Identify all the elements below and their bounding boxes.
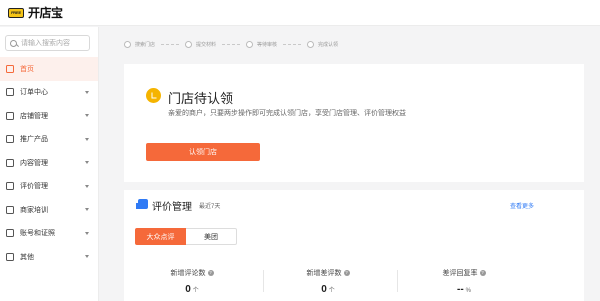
stat-new-reviews: 新增评论数 ? 0个 [124,268,260,295]
training-icon [6,205,14,214]
sidebar-item-other[interactable]: 其他 [0,245,98,269]
view-more-link[interactable]: 查看更多 [510,201,534,210]
sidebar-item-reviews[interactable]: 评价管理 [0,175,98,199]
chevron-down-icon [85,184,89,188]
search-input[interactable]: 请输入搜索内容 [5,35,90,51]
help-icon[interactable]: ? [479,270,486,276]
sidebar-item-label: 订单中心 [20,89,48,97]
stat-value: 0 [321,284,327,295]
review-period: 最近7天 [199,204,221,210]
step-connector [222,44,241,45]
search-placeholder: 请输入搜索内容 [21,40,70,47]
home-icon [6,64,14,73]
step-label: 搜索门店 [135,42,156,48]
step-label: 提交材料 [196,42,217,48]
step-circle-icon [246,41,254,48]
chevron-down-icon [85,114,89,117]
step-circle-icon [185,41,193,48]
step-complete-claim: 完成认领 [307,41,338,48]
claim-store-button[interactable]: 认领门店 [146,143,260,161]
stat-value: -- [456,284,464,295]
stat-value: 0 [185,284,191,295]
stat-negative-reply-rate: 差评回复率 ? --% [396,268,532,295]
tab-dianping[interactable]: 大众点评 [135,228,186,245]
step-label: 完成认领 [318,42,339,48]
sidebar-item-label: 账号和证照 [20,230,55,238]
review-stats: 新增评论数 ? 0个 新增差评数 ? 0个 差评回复率 ? --% [124,268,584,295]
chevron-down-icon [85,161,89,164]
chevron-down-icon [85,90,89,94]
step-label: 等待审核 [257,42,278,48]
sidebar-item-store[interactable]: 店铺管理 [0,104,98,128]
sidebar-item-label: 商家培训 [20,206,48,214]
brand-name: 开店宝 [28,6,63,20]
claim-stepper: 搜索门店 提交材料 等待审核 完成认领 [124,41,338,48]
claim-description: 亲爱的商户，只要两步操作即可完成认领门店，享受门店管理、评价管理权益 [168,110,406,117]
sidebar-item-home[interactable]: 首页 [0,57,98,81]
claim-title: 门店待认领 [168,91,234,106]
other-icon [6,252,14,261]
sidebar-item-account[interactable]: 账号和证照 [0,222,98,246]
account-icon [6,229,14,238]
store-claim-card: 门店待认领 亲爱的商户，只要两步操作即可完成认领门店，享受门店管理、评价管理权益… [124,64,584,182]
chevron-down-icon [85,231,89,235]
step-search-store: 搜索门店 [124,41,155,48]
chevron-down-icon [85,137,89,141]
stat-unit: 个 [328,288,335,294]
thumbs-up-icon [136,199,148,209]
sidebar-item-training[interactable]: 商家培训 [0,198,98,222]
stat-unit: 个 [192,288,199,294]
sidebar-item-label: 内容管理 [20,159,48,167]
sidebar-item-label: 店铺管理 [20,112,48,120]
step-await-review: 等待审核 [246,41,277,48]
stat-label: 差评回复率 [442,270,478,277]
stat-new-negative-reviews: 新增差评数 ? 0个 [260,268,396,295]
step-circle-icon [307,41,315,48]
top-bar: FREE 开店宝 [0,0,600,26]
review-management-card: 评价管理 最近7天 查看更多 大众点评 美团 新增评论数 ? 0个 新增差评数 … [124,190,584,301]
promotion-icon [6,135,14,144]
platform-tabs: 大众点评 美团 [135,228,237,245]
sidebar-item-label: 推广产品 [20,136,48,144]
stat-label: 新增评论数 [170,270,206,277]
sidebar-item-label: 其他 [20,253,34,261]
help-icon[interactable]: ? [207,270,214,276]
sidebar-item-label: 首页 [20,65,34,73]
tab-meituan[interactable]: 美团 [186,228,237,245]
sidebar-item-promotion[interactable]: 推广产品 [0,128,98,152]
order-icon [6,88,14,97]
chevron-down-icon [85,208,89,211]
content-icon [6,158,14,167]
step-submit-materials: 提交材料 [185,41,216,48]
stat-unit: % [465,288,471,294]
stat-label: 新增差评数 [306,270,342,277]
help-icon[interactable]: ? [343,270,350,276]
review-icon [6,182,14,191]
notice-icon [146,88,161,103]
sidebar-item-label: 评价管理 [20,183,48,191]
step-connector [283,44,302,45]
step-connector [161,44,180,45]
chevron-down-icon [85,255,89,258]
review-title: 评价管理 [152,202,192,213]
brand-logo-icon: FREE [8,7,24,18]
store-icon [6,111,14,120]
sidebar: 请输入搜索内容 首页 订单中心 店铺管理 推广产品 内容管理 评价管理 商家培训… [0,27,99,301]
step-circle-icon [124,41,131,48]
sidebar-item-orders[interactable]: 订单中心 [0,81,98,105]
sidebar-item-content[interactable]: 内容管理 [0,151,98,175]
search-icon [10,39,17,47]
